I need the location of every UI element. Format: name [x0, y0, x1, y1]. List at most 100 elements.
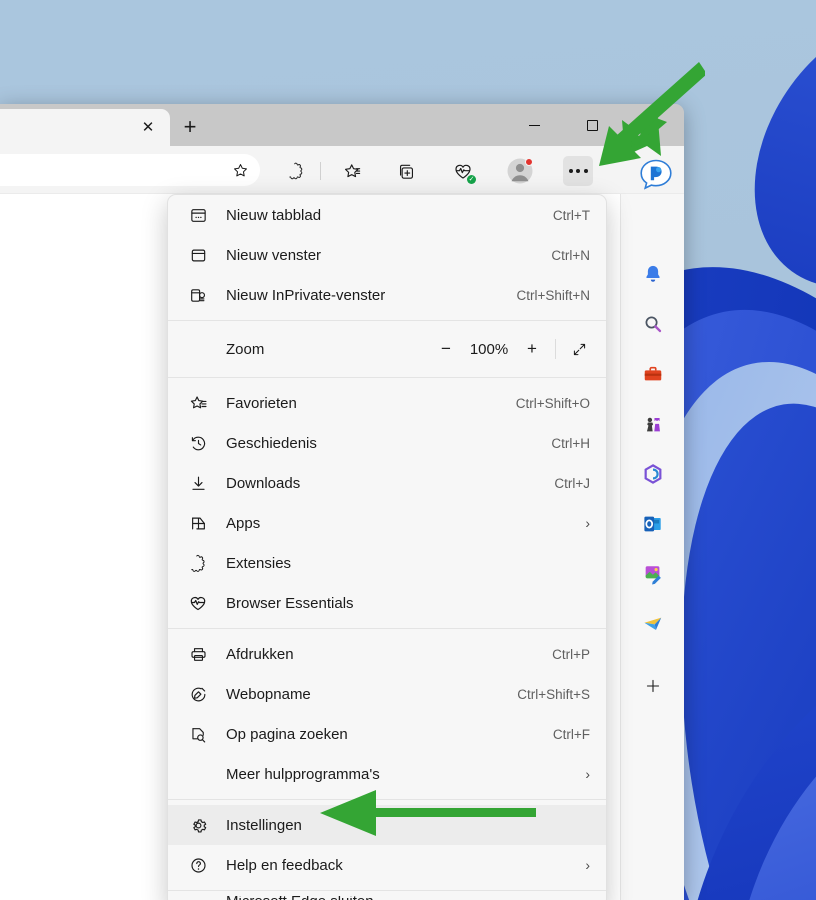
microsoft365-icon[interactable]: [633, 454, 673, 494]
menu-item-shortcut: Ctrl+J: [554, 476, 590, 491]
essentials-status-badge: ✓: [467, 175, 476, 184]
print-icon: [186, 642, 210, 666]
edge-sidebar: [620, 194, 684, 900]
menu-item-shortcut: Ctrl+N: [551, 248, 590, 263]
history-icon: [186, 431, 210, 455]
menu-item-label: Webopname: [226, 686, 517, 703]
menu-item-afdrukken[interactable]: Afdrukken Ctrl+P: [168, 634, 606, 674]
essentials-icon: [186, 591, 210, 615]
menu-item-nieuw-venster[interactable]: Nieuw venster Ctrl+N: [168, 235, 606, 275]
downloads-icon: [186, 471, 210, 495]
menu-item-label: Help en feedback: [226, 857, 585, 874]
menu-item-shortcut: Ctrl+Shift+O: [516, 396, 590, 411]
menu-item-favorieten[interactable]: Favorieten Ctrl+Shift+O: [168, 383, 606, 423]
profile-avatar[interactable]: [505, 156, 535, 186]
close-tab-icon[interactable]: ✕: [136, 115, 160, 139]
profile-alert-badge: [525, 158, 533, 166]
arrow-to-instellingen: [318, 790, 538, 838]
tab-strip: ✕ + ✕: [0, 104, 684, 146]
minimize-icon: [529, 125, 540, 126]
add-sidebar-app-icon[interactable]: [633, 666, 673, 706]
browser-toolbar: ✓: [0, 146, 684, 194]
image-creator-icon[interactable]: [633, 554, 673, 594]
zoom-out-button[interactable]: −: [429, 334, 463, 364]
minimize-window-button[interactable]: [511, 104, 557, 146]
menu-item-meer-hulpprogrammas[interactable]: Meer hulpprogramma's ›: [168, 754, 606, 794]
menu-item-label: Downloads: [226, 475, 554, 492]
menu-item-op-pagina-zoeken[interactable]: Op pagina zoeken Ctrl+F: [168, 714, 606, 754]
menu-item-label: Nieuw tabblad: [226, 207, 553, 224]
menu-item-nieuw-tabblad[interactable]: Nieuw tabblad Ctrl+T: [168, 195, 606, 235]
collections-icon[interactable]: [391, 156, 421, 186]
menu-item-label: Favorieten: [226, 395, 516, 412]
tools-icon[interactable]: [633, 354, 673, 394]
menu-item-microsoft-edge-sluiten[interactable]: Microsoft Edge sluiten: [168, 896, 606, 900]
zoom-in-button[interactable]: +: [515, 334, 549, 364]
find-icon: [186, 722, 210, 746]
menu-item-nieuw-inprivate-venster[interactable]: Nieuw InPrivate-venster Ctrl+Shift+N: [168, 275, 606, 315]
menu-item-shortcut: Ctrl+P: [552, 647, 590, 662]
menu-divider: [168, 320, 606, 321]
apps-icon: [186, 511, 210, 535]
menu-item-downloads[interactable]: Downloads Ctrl+J: [168, 463, 606, 503]
games-icon[interactable]: [633, 404, 673, 444]
menu-item-label: Nieuw InPrivate-venster: [226, 287, 516, 304]
browser-essentials-icon[interactable]: ✓: [448, 156, 478, 186]
menu-item-shortcut: Ctrl+F: [553, 727, 590, 742]
inprivate-icon: [186, 283, 210, 307]
menu-divider: [168, 377, 606, 378]
drop-icon[interactable]: [633, 604, 673, 644]
menu-item-extensies[interactable]: Extensies: [168, 543, 606, 583]
menu-item-label: Microsoft Edge sluiten: [226, 896, 590, 900]
menu-item-shortcut: Ctrl+Shift+N: [516, 288, 590, 303]
fullscreen-button[interactable]: [562, 334, 596, 364]
new-tab-icon: [186, 203, 210, 227]
settings-gear-icon: [186, 813, 210, 837]
search-icon[interactable]: [633, 304, 673, 344]
menu-item-shortcut: Ctrl+Shift+S: [517, 687, 590, 702]
menu-item-shortcut: Ctrl+T: [553, 208, 590, 223]
menu-item-label: Browser Essentials: [226, 595, 590, 612]
favorites-icon: [186, 391, 210, 415]
chevron-right-icon: ›: [585, 857, 590, 873]
arrow-to-settings-and-more: [595, 60, 705, 175]
extensions-icon[interactable]: [281, 156, 311, 186]
settings-and-more-icon[interactable]: [563, 156, 593, 186]
zoom-label: Zoom: [186, 341, 429, 358]
new-tab-button[interactable]: +: [176, 113, 204, 141]
desktop-wallpaper: ✕ + ✕: [0, 0, 816, 900]
menu-item-label: Geschiedenis: [226, 435, 551, 452]
favorite-star-icon[interactable]: [228, 158, 252, 182]
menu-zoom-row: Zoom − 100% +: [168, 326, 606, 372]
chevron-right-icon: ›: [585, 766, 590, 782]
toolbar-divider: [320, 162, 321, 180]
menu-item-apps[interactable]: Apps ›: [168, 503, 606, 543]
zoom-divider: [555, 339, 556, 359]
new-window-icon: [186, 243, 210, 267]
address-bar[interactable]: [0, 154, 260, 186]
menu-divider: [168, 890, 606, 891]
outlook-icon[interactable]: [633, 504, 673, 544]
menu-item-label: Afdrukken: [226, 646, 552, 663]
three-dots-glyph: [569, 169, 588, 173]
menu-item-shortcut: Ctrl+H: [551, 436, 590, 451]
menu-divider: [168, 628, 606, 629]
menu-item-label: Nieuw venster: [226, 247, 551, 264]
zoom-value: 100%: [463, 341, 515, 358]
menu-item-label: Apps: [226, 515, 585, 532]
menu-item-browser-essentials[interactable]: Browser Essentials: [168, 583, 606, 623]
favorites-icon[interactable]: [337, 156, 367, 186]
menu-item-label: Meer hulpprogramma's: [226, 766, 585, 783]
menu-item-geschiedenis[interactable]: Geschiedenis Ctrl+H: [168, 423, 606, 463]
no-icon: [186, 762, 210, 786]
help-icon: [186, 853, 210, 877]
chevron-right-icon: ›: [585, 515, 590, 531]
menu-item-label: Op pagina zoeken: [226, 726, 553, 743]
notifications-icon[interactable]: [633, 254, 673, 294]
menu-item-label: Extensies: [226, 555, 590, 572]
extensions-icon: [186, 551, 210, 575]
no-icon: [186, 896, 210, 900]
menu-item-webopname[interactable]: Webopname Ctrl+Shift+S: [168, 674, 606, 714]
menu-item-help-en-feedback[interactable]: Help en feedback ›: [168, 845, 606, 885]
web-capture-icon: [186, 682, 210, 706]
